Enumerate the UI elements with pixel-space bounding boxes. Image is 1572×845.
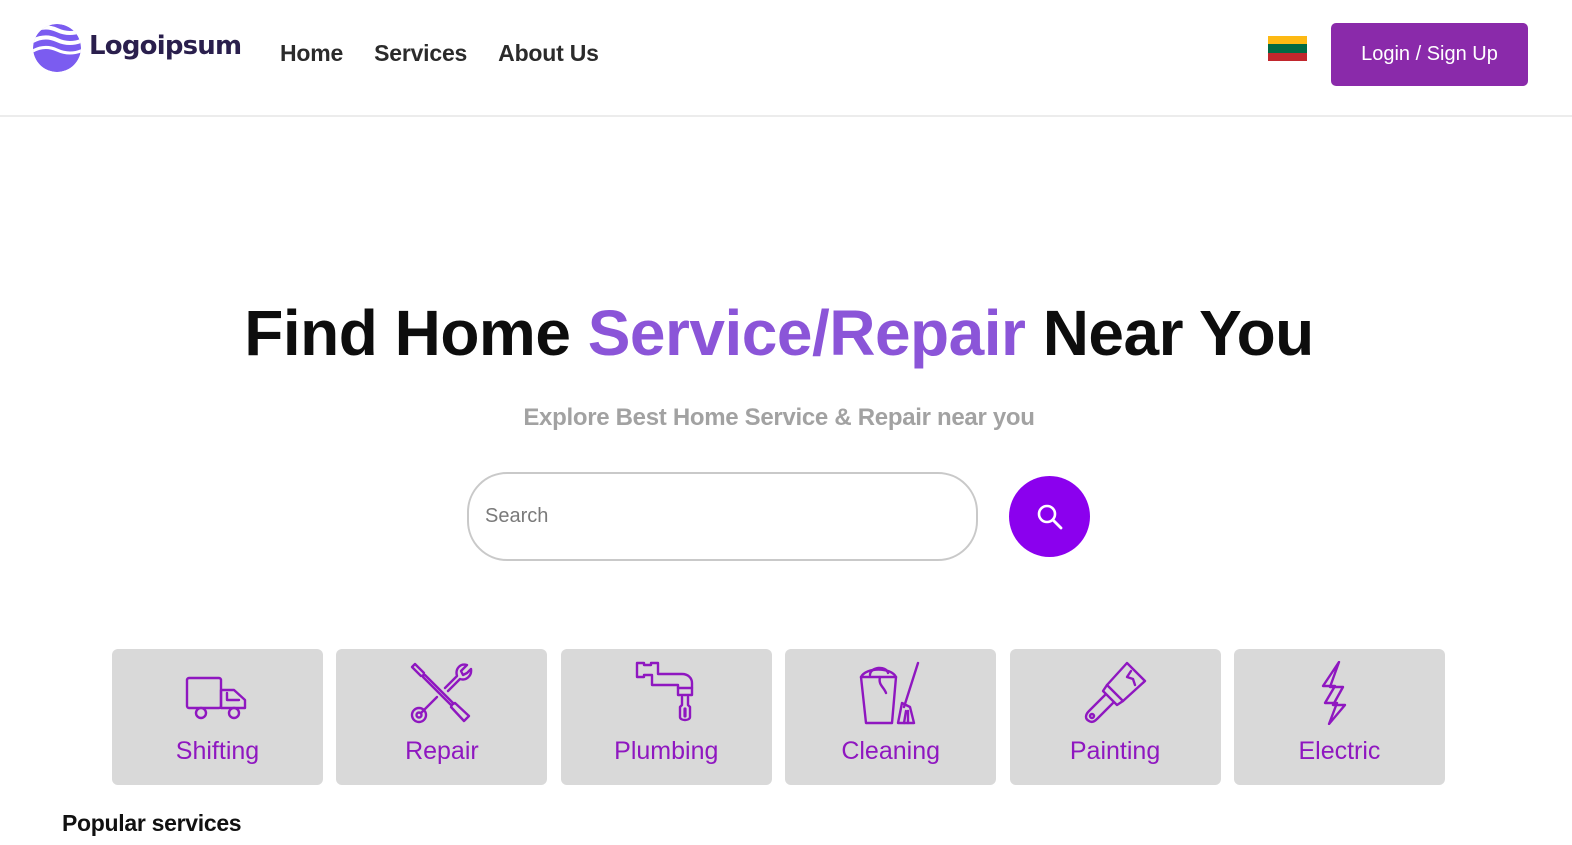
category-plumbing[interactable]: Plumbing [560, 649, 772, 785]
popular-services-heading: Popular services [62, 810, 242, 836]
main-nav: Home Services About Us [280, 40, 630, 67]
category-label: Plumbing [614, 737, 719, 765]
category-label: Repair [405, 737, 479, 765]
hero-title: Find Home Service/Repair Near You [0, 296, 1558, 370]
search-icon [1037, 504, 1062, 529]
nav-services-link[interactable]: Services [374, 40, 467, 67]
tools-icon [411, 662, 473, 724]
lithuania-flag-icon[interactable] [1268, 36, 1307, 61]
hero-subtitle: Explore Best Home Service & Repair near … [523, 404, 1035, 431]
search-input[interactable] [467, 472, 978, 561]
category-shifting[interactable]: Shifting [112, 649, 323, 785]
hero-title-accent: Service/Repair [587, 297, 1026, 369]
faucet-icon [635, 661, 693, 722]
category-cleaning[interactable]: Cleaning [785, 649, 997, 785]
nav-home-link[interactable]: Home [280, 40, 343, 67]
paint-brush-icon [1084, 661, 1146, 724]
brand-logo[interactable]: Logoipsum [31, 22, 242, 74]
category-repair[interactable]: Repair [336, 649, 548, 785]
category-label: Painting [1069, 737, 1161, 765]
brand-name: Logoipsum [89, 31, 242, 61]
category-electric[interactable]: Electric [1233, 649, 1445, 785]
bucket-broom-icon [859, 661, 920, 725]
category-painting[interactable]: Painting [1009, 649, 1221, 785]
site-header: Logoipsum Home Services About Us Login /… [0, 0, 1572, 117]
category-label: Cleaning [841, 737, 941, 765]
login-signup-button[interactable]: Login / Sign Up [1331, 23, 1528, 86]
category-label: Shifting [175, 737, 260, 765]
lightning-icon [1321, 661, 1347, 725]
truck-icon [185, 676, 247, 720]
hero-title-start: Find Home [244, 297, 588, 369]
category-grid: Shifting Repair Plumbing Cleaning Painti… [112, 649, 1458, 785]
hero-title-end: Near You [1025, 297, 1315, 369]
logo-waves-icon [33, 24, 81, 72]
nav-about-us-link[interactable]: About Us [498, 40, 599, 67]
search-button[interactable] [1009, 476, 1090, 557]
category-label: Electric [1298, 737, 1381, 765]
